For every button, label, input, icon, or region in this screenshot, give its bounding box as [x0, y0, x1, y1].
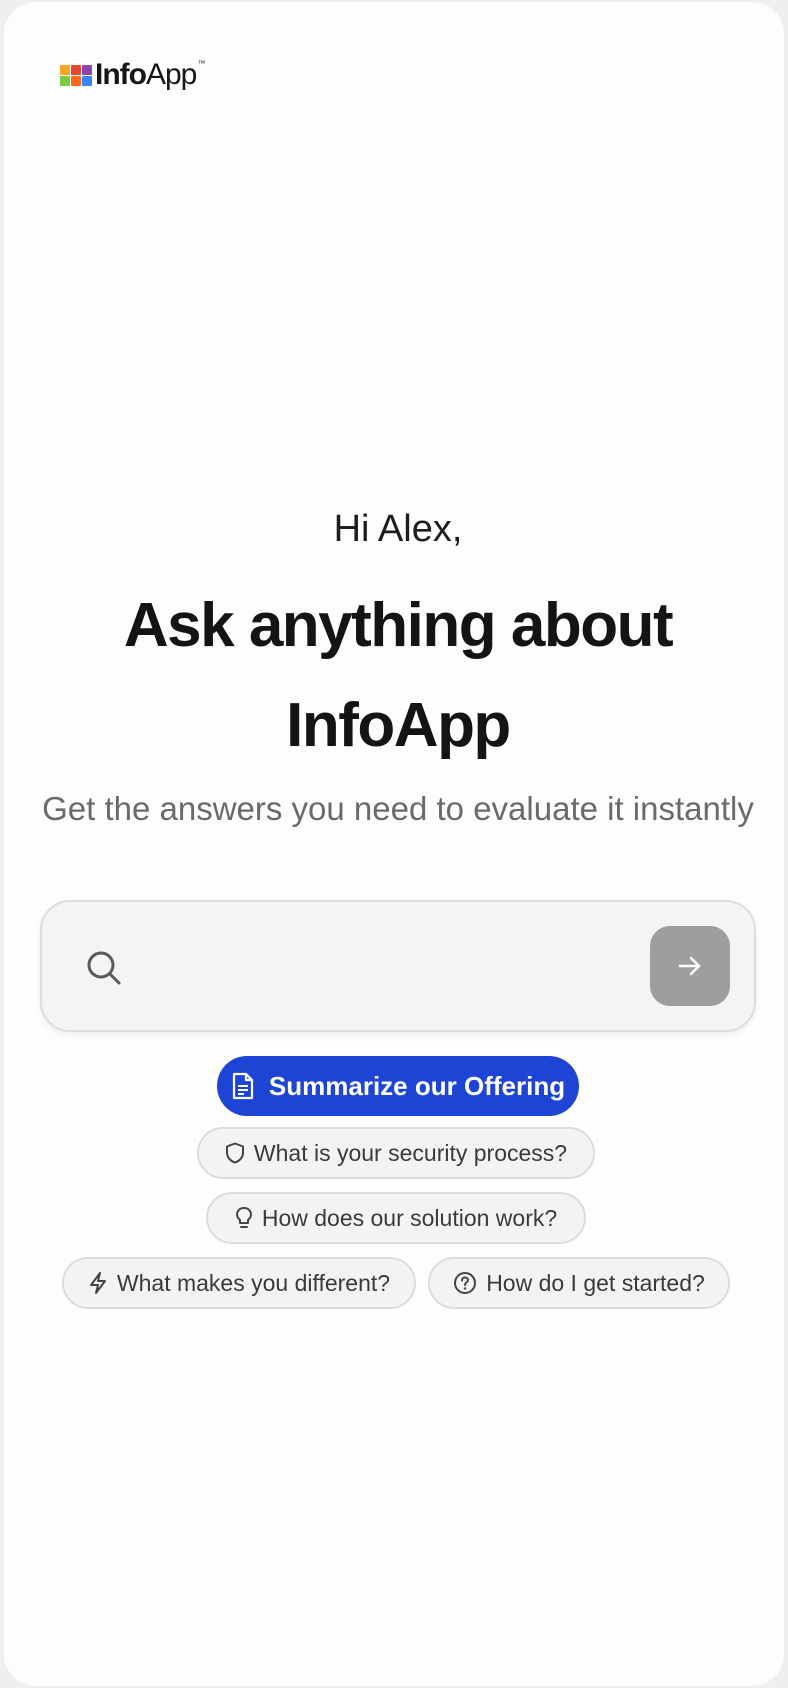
- lightning-icon: [89, 1272, 106, 1294]
- app-frame: InfoApp™ Hi Alex, Ask anything about Inf…: [4, 2, 784, 1686]
- greeting: Hi Alex,: [333, 508, 463, 550]
- infoapp-logo: InfoApp™: [60, 58, 205, 91]
- shield-icon: [225, 1142, 244, 1164]
- suggestion-label: How does our solution work?: [261, 1204, 558, 1231]
- search-icon: [87, 951, 121, 985]
- summarize-offering-label: Summarize our Offering: [268, 1070, 566, 1101]
- document-icon: [232, 1072, 254, 1100]
- page-subtitle: Get the answers you need to evaluate it …: [42, 790, 754, 827]
- arrow-right-icon: [678, 956, 701, 976]
- search-input[interactable]: [146, 932, 636, 1002]
- suggestion-get-started[interactable]: How do I get started?: [428, 1257, 730, 1309]
- suggestion-how-it-works[interactable]: How does our solution work?: [206, 1192, 586, 1244]
- logo-wordmark: InfoApp™: [95, 58, 205, 91]
- page-title: Ask anything about InfoApp: [123, 591, 674, 760]
- suggestion-what-makes-different[interactable]: What makes you different?: [62, 1257, 416, 1309]
- suggestion-security-process[interactable]: What is your security process?: [197, 1127, 595, 1179]
- suggestion-label: How do I get started?: [486, 1269, 705, 1296]
- search-box[interactable]: [40, 900, 756, 1032]
- lightbulb-icon: [235, 1207, 252, 1228]
- summarize-offering-button[interactable]: Summarize our Offering: [217, 1056, 579, 1116]
- help-circle-icon: [454, 1272, 477, 1294]
- suggestion-label: What is your security process?: [253, 1139, 568, 1166]
- suggestion-label: What makes you different?: [116, 1269, 391, 1296]
- send-button[interactable]: [650, 926, 730, 1006]
- logo-mark: [60, 64, 92, 86]
